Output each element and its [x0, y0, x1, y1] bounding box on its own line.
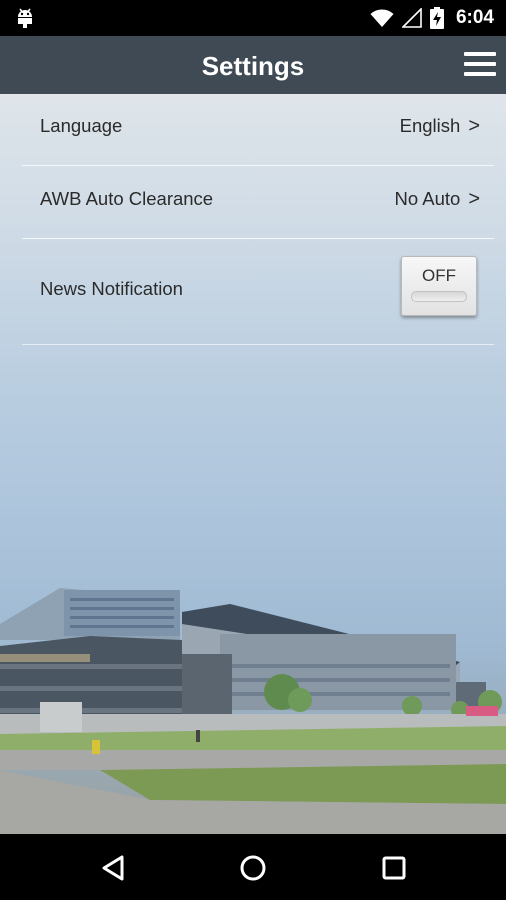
language-value[interactable]: English >: [400, 94, 480, 152]
hamburger-menu-icon[interactable]: [464, 49, 496, 81]
awb-auto-clearance-value-text: No Auto: [394, 188, 461, 209]
settings-content: Language English > AWB Auto Clearance No …: [0, 94, 506, 834]
home-icon[interactable]: [233, 848, 273, 888]
battery-charging-icon: [429, 7, 444, 29]
language-row[interactable]: Language English >: [22, 94, 494, 166]
status-time: 6:04: [455, 7, 494, 28]
awb-auto-clearance-label: AWB Auto Clearance: [40, 188, 214, 209]
status-bar: 6:04: [0, 0, 506, 36]
navigation-bar: [0, 834, 506, 900]
page-title: Settings: [201, 51, 305, 81]
wifi-icon: [370, 9, 394, 27]
recent-apps-icon[interactable]: [374, 848, 414, 888]
awb-auto-clearance-row[interactable]: AWB Auto Clearance No Auto >: [22, 166, 494, 239]
awb-auto-clearance-value[interactable]: No Auto >: [394, 163, 480, 234]
news-notification-row: News Notification OFF: [22, 239, 494, 345]
cellular-signal-icon: [401, 8, 422, 28]
status-icons: 6:04: [370, 0, 494, 36]
settings-list: Language English > AWB Auto Clearance No …: [0, 94, 506, 345]
toggle-track: [411, 291, 467, 302]
language-label: Language: [40, 115, 123, 136]
app-header: Settings: [0, 36, 506, 94]
back-icon[interactable]: [94, 848, 134, 888]
language-value-text: English: [399, 115, 461, 136]
news-notification-toggle[interactable]: OFF: [401, 256, 477, 316]
building-background-image: [0, 588, 506, 834]
toggle-state-label: OFF: [422, 266, 456, 285]
android-icon: [18, 8, 32, 28]
chevron-right-icon: >: [468, 115, 480, 137]
news-notification-label: News Notification: [40, 278, 183, 299]
chevron-right-icon: >: [468, 188, 480, 210]
